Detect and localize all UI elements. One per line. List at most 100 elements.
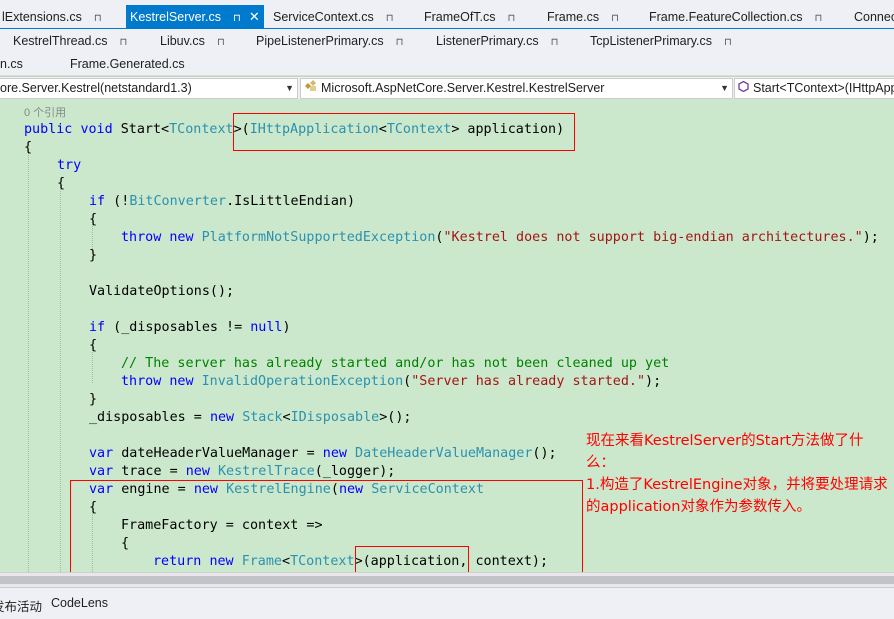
keyword: if — [89, 194, 106, 209]
tab-label: lExtensions.cs — [2, 10, 82, 24]
code-line: { — [57, 176, 66, 191]
tab-frame-featurecollection[interactable]: Frame.FeatureCollection.cs ⊓ — [649, 5, 822, 29]
code-line: } — [89, 248, 98, 263]
document-tabs-row-1: lExtensions.cs ⊓ KestrelServer.cs ⊓ ✕ Servi… — [0, 5, 894, 29]
code-line: } — [89, 392, 98, 407]
horizontal-scrollbar[interactable] — [0, 572, 894, 587]
code-text: dateHeaderValueManager = — [113, 446, 323, 461]
keyword: void — [80, 122, 113, 137]
type-name: InvalidOperationException — [201, 374, 404, 389]
code-line: ValidateOptions(); — [89, 284, 235, 299]
code-line: { — [89, 338, 98, 353]
pin-icon[interactable]: ⊓ — [815, 13, 823, 24]
tab-label: TcpListenerPrimary.cs — [590, 34, 713, 48]
tab-kestrelthread[interactable]: KestrelThread.cs ⊓ — [13, 29, 127, 53]
tab-label: ListenerPrimary.cs — [436, 34, 539, 48]
code-text: ) — [282, 320, 291, 335]
type-dropdown[interactable]: Microsoft.AspNetCore.Server.Kestrel.Kest… — [300, 78, 733, 99]
code-text: (! — [105, 194, 130, 209]
pin-icon[interactable]: ⊓ — [611, 13, 619, 24]
tab-label: n.cs — [0, 57, 23, 71]
member-dropdown[interactable]: Start<TContext>(IHttpAppli — [734, 78, 894, 99]
type-name: Stack — [242, 410, 283, 425]
pin-icon[interactable]: ⊓ — [508, 13, 516, 24]
pin-icon[interactable]: ⊓ — [217, 37, 225, 48]
keyword: throw — [121, 230, 162, 245]
tab-label: PipeListenerPrimary.cs — [256, 34, 384, 48]
keyword: new — [209, 410, 235, 425]
indent-guide — [28, 149, 29, 572]
pin-icon[interactable]: ⊓ — [233, 13, 241, 24]
code-line: if (!BitConverter.IsLittleEndian) — [89, 193, 355, 211]
code-line: // The server has already started and/or… — [121, 355, 669, 373]
codelens-ref-text: 0 个引用 — [24, 107, 67, 119]
code-text: (_disposables != — [105, 320, 251, 335]
pin-icon[interactable]: ⊓ — [551, 37, 559, 48]
type-name: IDisposable — [290, 410, 380, 425]
pin-icon[interactable]: ⊓ — [386, 13, 394, 24]
tab-servicecontext[interactable]: ServiceContext.cs ⊓ — [273, 5, 394, 29]
bottom-tool-tabs: 发布活动 CodeLens — [0, 587, 894, 619]
class-name: Microsoft.AspNetCore.Server.Kestrel.Kest… — [321, 81, 605, 95]
tab-frame-generated[interactable]: Frame.Generated.cs — [70, 53, 185, 75]
tab-pipelistenerprimary[interactable]: PipeListenerPrimary.cs ⊓ — [256, 29, 403, 53]
tab-lextensions[interactable]: lExtensions.cs ⊓ — [2, 5, 102, 29]
chevron-down-icon: ▼ — [285, 83, 294, 93]
annotation-line-2: 1.构造了KestrelEngine对象，并将要处理请求的application… — [586, 477, 888, 515]
tab-label: KestrelServer.cs — [130, 10, 222, 24]
tab-label: Libuv.cs — [160, 34, 205, 48]
member-name: Start<TContext>(IHttpAppli — [753, 81, 894, 95]
annotation-line-1: 现在来看KestrelServer的Start方法做了什么： — [586, 433, 864, 471]
tab-kestrelserver[interactable]: KestrelServer.cs ⊓ ✕ — [126, 5, 264, 29]
code-text: .IsLittleEndian) — [226, 194, 356, 209]
keyword: new — [322, 446, 347, 461]
keyword: null — [250, 320, 283, 335]
code-line: var dateHeaderValueManager = new DateHea… — [89, 445, 557, 463]
pin-icon[interactable]: ⊓ — [94, 13, 102, 24]
keyword: new — [169, 230, 194, 245]
type-name: DateHeaderValueManager — [355, 446, 533, 461]
code-line: throw new InvalidOperationException("Ser… — [121, 373, 661, 391]
tab-tcplistenerprimary[interactable]: TcpListenerPrimary.cs ⊓ — [590, 29, 732, 53]
project-name: ore.Server.Kestrel(netstandard1.3) — [0, 81, 192, 95]
tab-frameoft[interactable]: FrameOfT.cs ⊓ — [424, 5, 515, 29]
tab-codelens[interactable]: CodeLens — [51, 596, 108, 610]
string-literal: "Kestrel does not support big-endian arc… — [443, 230, 863, 245]
code-line: var trace = new KestrelTrace(_logger); — [89, 463, 395, 481]
type-name: TContext — [169, 122, 234, 137]
class-icon — [304, 80, 317, 98]
tab-listenerprimary[interactable]: ListenerPrimary.cs ⊓ — [436, 29, 558, 53]
method-icon — [738, 80, 749, 98]
keyword: var — [89, 446, 114, 461]
tab-label: Frame.cs — [547, 10, 600, 24]
code-text: _disposables = — [89, 410, 210, 425]
close-icon[interactable]: ✕ — [249, 9, 260, 24]
code-line: { — [89, 212, 98, 227]
highlight-box-engine — [70, 480, 583, 572]
highlight-box-application-arg — [355, 546, 469, 572]
code-text: (_logger); — [314, 464, 396, 479]
tab-frame[interactable]: Frame.cs ⊓ — [547, 5, 619, 29]
codelens-references[interactable]: 0 个引用 — [24, 104, 66, 122]
tab-n-cs[interactable]: n.cs — [0, 53, 23, 75]
keyword: new — [169, 374, 194, 389]
tab-connec[interactable]: Connec — [854, 5, 894, 29]
chevron-down-icon: ▼ — [720, 83, 729, 93]
code-text: Start< — [112, 122, 170, 137]
pin-icon[interactable]: ⊓ — [396, 37, 404, 48]
tab-publish-activity[interactable]: 发布活动 — [0, 596, 42, 615]
tab-libuv[interactable]: Libuv.cs ⊓ — [160, 29, 225, 53]
scrollbar-thumb[interactable] — [0, 576, 894, 584]
pin-icon[interactable]: ⊓ — [724, 37, 732, 48]
highlight-box-signature — [233, 113, 575, 151]
code-text: trace = — [113, 464, 186, 479]
tab-label: ServiceContext.cs — [273, 10, 374, 24]
keyword: throw — [121, 374, 162, 389]
document-tabs-row-2: KestrelThread.cs ⊓ Libuv.cs ⊓ PipeListener… — [0, 29, 894, 53]
code-text: (); — [532, 446, 557, 461]
tab-label: KestrelThread.cs — [13, 34, 108, 48]
code-line: throw new PlatformNotSupportedException(… — [121, 229, 879, 247]
project-dropdown[interactable]: ore.Server.Kestrel(netstandard1.3) ▼ — [0, 78, 298, 99]
pin-icon[interactable]: ⊓ — [119, 37, 127, 48]
code-text: ); — [862, 230, 879, 245]
